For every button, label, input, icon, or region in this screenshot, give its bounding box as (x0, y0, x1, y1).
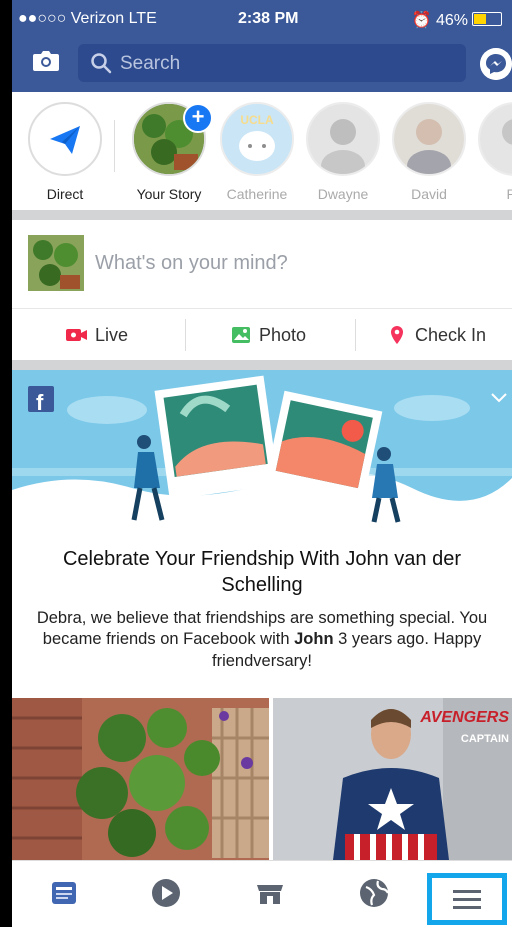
live-video-icon (66, 329, 87, 341)
photo-button[interactable]: Photo (231, 309, 306, 361)
story-avatar (392, 102, 466, 176)
composer-actions: Live Photo Check In (12, 308, 512, 361)
story-partial[interactable]: Pa (474, 102, 512, 202)
search-input[interactable] (118, 51, 452, 77)
person-avatar (480, 104, 512, 174)
story-label: Dwayne (317, 186, 369, 202)
battery-status: ⏰ 46% (412, 10, 502, 30)
svg-text:UCLA: UCLA (240, 113, 274, 127)
friendversary-body: Debra, we believe that friendships are s… (22, 608, 502, 672)
composer-placeholder[interactable]: What's on your mind? (95, 252, 288, 275)
bottom-tab-bar (12, 860, 512, 927)
story-david[interactable]: David (388, 102, 470, 202)
status-bar: ●●○○○ Verizon LTE 2:38 PM ⏰ 46% (12, 8, 512, 32)
poster-subtitle-text: CAPTAIN (461, 733, 509, 745)
plant-photo (28, 235, 84, 291)
stories-tray: Direct Your Story + UCLA Catherine Dwayn… (12, 92, 512, 210)
story-label: Your Story (136, 186, 202, 202)
svg-text:f: f (36, 390, 44, 415)
collage-photo-captain-america[interactable]: AVENGERS CAPTAIN (273, 698, 512, 860)
plant-wall-photo (12, 698, 269, 860)
live-button[interactable]: Live (65, 309, 128, 361)
person-avatar (394, 104, 464, 174)
live-label: Live (95, 324, 129, 345)
add-story-plus-icon[interactable]: + (183, 103, 213, 133)
friend-name: John (294, 630, 334, 649)
story-dwayne[interactable]: Dwayne (302, 102, 384, 202)
hello-kitty-avatar: UCLA (222, 104, 292, 174)
composer-profile-photo (28, 235, 84, 291)
friendversary-card[interactable]: Celebrate Your Friendship With John van … (12, 528, 512, 688)
story-avatar: UCLA (220, 102, 294, 176)
globe-icon[interactable] (356, 875, 392, 911)
photo-collage: AVENGERS CAPTAIN (12, 698, 512, 860)
action-separator (355, 319, 356, 351)
alarm-icon: ⏰ (411, 12, 436, 29)
story-label: Pa (506, 186, 512, 202)
collage-photo-plant[interactable] (12, 698, 269, 860)
news-feed-icon[interactable] (46, 875, 82, 911)
story-label: Direct (46, 186, 84, 202)
check-in-button[interactable]: Check In (389, 309, 486, 361)
video-play-icon[interactable] (148, 875, 184, 911)
friendship-illustration: f (12, 370, 512, 528)
battery-percent: 46% (435, 12, 468, 29)
direct-avatar (28, 102, 102, 176)
battery-icon (472, 12, 502, 26)
status-composer[interactable]: What's on your mind? (12, 220, 512, 308)
camera-icon[interactable] (32, 50, 60, 72)
marketplace-icon[interactable] (252, 875, 288, 911)
search-bar[interactable] (78, 44, 466, 82)
menu-tab-highlight[interactable] (427, 873, 507, 925)
carrier-signal: ●●○○○ Verizon LTE (18, 10, 157, 27)
friendversary-illustration[interactable]: f (12, 370, 512, 528)
photo-icon (232, 327, 250, 343)
story-label: David (411, 186, 447, 202)
paper-plane-icon (50, 126, 80, 154)
story-avatar (478, 102, 512, 176)
check-in-label: Check In (415, 324, 487, 345)
section-gap (12, 360, 512, 370)
captain-america-figure-photo: AVENGERS CAPTAIN (273, 698, 512, 860)
action-separator (185, 319, 186, 351)
clock: 2:38 PM (238, 10, 299, 27)
search-icon (91, 53, 112, 74)
person-avatar (308, 104, 378, 174)
messenger-icon[interactable] (480, 48, 512, 80)
app-header: ●●○○○ Verizon LTE 2:38 PM ⏰ 46% (12, 0, 512, 92)
friendversary-title: Celebrate Your Friendship With John van … (62, 548, 461, 596)
hamburger-menu-icon[interactable] (449, 881, 485, 917)
poster-title-text: AVENGERS (419, 709, 509, 726)
facebook-app-screen: ●●○○○ Verizon LTE 2:38 PM ⏰ 46% Search D… (12, 0, 512, 927)
story-label: Catherine (226, 186, 288, 202)
section-gap (12, 210, 512, 220)
location-pin-icon (391, 326, 403, 344)
story-catherine[interactable]: UCLA Catherine (216, 102, 298, 202)
stories-divider (114, 120, 115, 172)
photo-label: Photo (259, 324, 307, 345)
story-direct[interactable]: Direct (24, 102, 106, 202)
story-avatar (306, 102, 380, 176)
